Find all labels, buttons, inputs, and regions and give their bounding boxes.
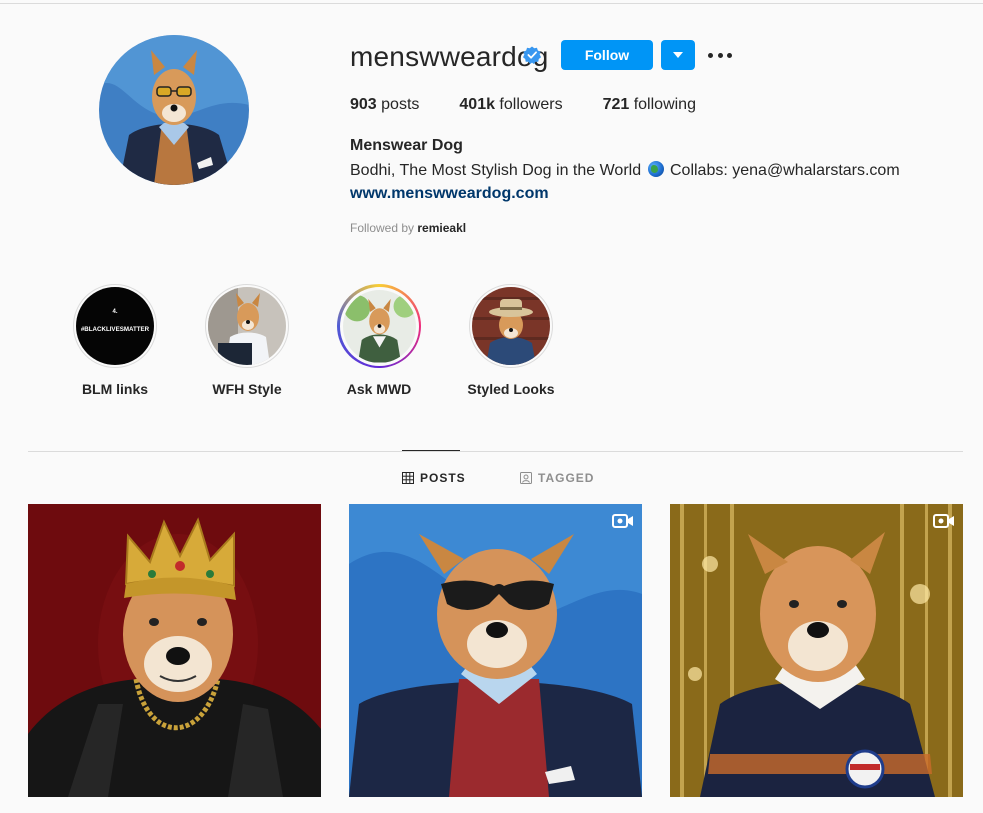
highlight-wfh-style[interactable]: WFH Style: [197, 284, 297, 397]
following-count-value: 721: [602, 96, 630, 113]
post-image-sweater-dog: [670, 504, 963, 797]
post-thumbnail[interactable]: [670, 504, 963, 797]
blm-cover-hashtag: #BLACKLIVESMATTER: [81, 326, 150, 333]
post-thumbnail[interactable]: [349, 504, 642, 797]
highlight-label: Ask MWD: [346, 381, 412, 397]
highlight-ring-unseen: [337, 284, 421, 368]
profile-bio: Bodhi, The Most Stylish Dog in the World…: [350, 161, 900, 180]
ellipsis-dot-icon: [727, 52, 732, 58]
highlight-blm-links[interactable]: 4. #BLACKLIVESMATTER BLM links: [65, 284, 165, 397]
active-tab-indicator: [402, 450, 460, 451]
posts-count: 903 posts: [350, 96, 419, 114]
video-icon: [612, 514, 633, 528]
post-image-sunglasses-dog: [349, 504, 642, 797]
wfh-dog-image: [208, 287, 286, 365]
styled-looks-dog-image: [472, 287, 550, 365]
top-border: [0, 3, 983, 4]
blm-cover-number: 4.: [112, 309, 117, 315]
followers-link[interactable]: 401k followers: [459, 96, 562, 114]
following-count-label: following: [629, 96, 696, 113]
profile-stats: 903 posts 401k followers 721 following: [350, 96, 736, 114]
blm-cover-image: 4. #BLACKLIVESMATTER: [76, 287, 154, 365]
caret-down-icon: [673, 52, 683, 58]
tab-posts-label: POSTS: [420, 471, 466, 485]
highlight-ring: [205, 284, 289, 368]
tab-tagged-label: TAGGED: [538, 471, 595, 485]
ellipsis-dot-icon: [717, 52, 723, 58]
highlight-cover: [208, 287, 286, 365]
highlight-label: BLM links: [81, 381, 149, 397]
suggested-accounts-dropdown-button[interactable]: [661, 40, 695, 70]
tab-posts[interactable]: POSTS: [402, 471, 466, 485]
more-options-button[interactable]: [708, 48, 732, 62]
highlight-ring: 4. #BLACKLIVESMATTER: [73, 284, 157, 368]
highlight-styled-looks[interactable]: Styled Looks: [461, 284, 561, 397]
bio-collabs-text: Collabs: yena@whalarstars.com: [665, 162, 900, 179]
highlight-ask-mwd[interactable]: Ask MWD: [329, 284, 429, 397]
ellipsis-dot-icon: [708, 52, 713, 58]
verified-badge-icon: [523, 46, 541, 64]
avatar-dog-image: [99, 35, 249, 185]
tab-tagged[interactable]: TAGGED: [520, 471, 594, 485]
bio-text: Bodhi, The Most Stylish Dog in the World: [350, 162, 646, 179]
following-link[interactable]: 721 following: [603, 96, 696, 114]
followed-by-prefix: Followed by: [350, 221, 418, 235]
follow-button[interactable]: Follow: [561, 40, 653, 70]
highlight-cover: 4. #BLACKLIVESMATTER: [76, 287, 154, 365]
highlight-label: WFH Style: [212, 381, 282, 397]
posts-count-value: 903: [350, 96, 377, 113]
post-image-king-dog: [28, 504, 321, 797]
followers-count-value: 401k: [459, 96, 495, 113]
grid-icon: [402, 472, 414, 484]
posts-count-label: posts: [376, 96, 420, 113]
highlight-cover: [472, 287, 550, 365]
followers-count-label: followers: [494, 96, 563, 113]
video-icon: [933, 514, 954, 528]
profile-website-link[interactable]: www.menswweardog.com: [350, 185, 549, 203]
profile-username: menswweardog: [350, 41, 549, 72]
profile-avatar[interactable]: [99, 35, 249, 185]
tagged-icon: [520, 472, 532, 484]
highlight-cover: [339, 286, 419, 366]
post-thumbnail[interactable]: [28, 504, 321, 797]
followed-by-user-link[interactable]: remieakl: [417, 221, 466, 235]
tabs-divider: [28, 451, 963, 452]
globe-emoji-icon: [647, 161, 664, 177]
ask-mwd-dog-image: [342, 289, 416, 363]
highlight-label: Styled Looks: [467, 381, 555, 397]
followed-by: Followed by remieakl: [350, 221, 466, 235]
highlight-ring: [469, 284, 553, 368]
profile-full-name: Menswear Dog: [350, 137, 463, 154]
